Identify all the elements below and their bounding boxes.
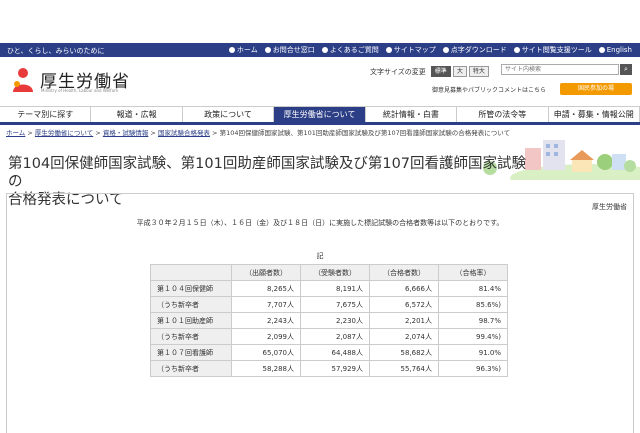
font-size-switcher: 文字サイズの変更 標準 大 特大 (370, 66, 489, 77)
site-search-input[interactable] (501, 64, 619, 75)
cell-pass-rate: 98.7% (438, 312, 508, 329)
cell-examinees: 2,087人 (300, 328, 370, 345)
arrow-icon (598, 47, 605, 53)
breadcrumb-separator: > (212, 129, 218, 137)
arrow-icon (442, 47, 449, 53)
table-row: （うち新卒者 2,099人 2,087人 2,074人 99.4%) (150, 328, 508, 345)
font-size-label: 文字サイズの変更 (370, 67, 426, 76)
table-row: 第１０４回保健師 8,265人 8,191人 6,666人 81.4% (150, 280, 508, 297)
home-icon (228, 47, 235, 53)
nav-policy[interactable]: 政策について (183, 107, 275, 122)
row-label: （うち新卒者 (150, 296, 232, 313)
top-bar: ひと、くらし、みらいのために ホーム お問合せ窓口 よくあるご質問 サイトマップ… (0, 43, 640, 57)
page-title-line1: 第104回保健師国家試験、第101回助産師国家試験及び第107回看護師国家試験の (8, 156, 527, 190)
site-tagline: ひと、くらし、みらいのために (7, 47, 105, 55)
nav-about[interactable]: 厚生労働省について (274, 107, 366, 122)
col-header-applicants: （出願者数） (231, 264, 301, 281)
publisher: 厚生労働省 (592, 203, 627, 211)
nav-theme[interactable]: テーマ別に探す (0, 107, 92, 122)
cell-pass-rate: 81.4% (438, 280, 508, 297)
lead-text: 平成３０年２月１５日（木）、１６日（金）及び１８日（日）に実施した標記試験の合格… (136, 219, 504, 227)
table-row: （うち新卒者 58,288人 57,929人 55,764人 96.3%) (150, 360, 508, 377)
breadcrumb: ホーム > 厚生労働省について > 資格・試験情報 > 国家試験合格発表 > 第… (6, 129, 526, 138)
breadcrumb-separator: > (150, 129, 156, 137)
cell-examinees: 8,191人 (300, 280, 370, 297)
top-link-braille[interactable]: 点字ダウンロード (442, 45, 507, 55)
nav-press[interactable]: 報道・広報 (91, 107, 183, 122)
col-header-examinees: （受験者数） (300, 264, 370, 281)
row-label: 第１０７回看護師 (150, 344, 232, 361)
table-row: 第１０１回助産師 2,243人 2,230人 2,201人 98.7% (150, 312, 508, 329)
font-size-large-button[interactable]: 大 (452, 66, 467, 77)
font-size-standard-button[interactable]: 標準 (430, 66, 451, 77)
cell-passers: 2,074人 (369, 328, 439, 345)
top-link-sitemap[interactable]: サイトマップ (385, 45, 436, 55)
arrow-icon (385, 47, 392, 53)
table-row: 第１０７回看護師 65,070人 64,488人 58,682人 91.0% (150, 344, 508, 361)
cell-pass-rate: 96.3%) (438, 360, 508, 377)
top-link-accessibility[interactable]: サイト閲覧支援ツール (513, 45, 592, 55)
top-links: ホーム お問合せ窓口 よくあるご質問 サイトマップ 点字ダウンロード サイト閲覧… (228, 45, 632, 55)
row-label: 第１０４回保健師 (150, 280, 232, 297)
top-link-english[interactable]: English (598, 45, 632, 55)
arrow-icon (513, 47, 520, 53)
breadcrumb-current: 第104回保健師国家試験、第101回助産師国家試験及び第107回看護師国家試験の… (219, 129, 511, 137)
table-corner (150, 264, 232, 281)
breadcrumb-about[interactable]: 厚生労働省について (35, 129, 93, 137)
cell-applicants: 8,265人 (231, 280, 301, 297)
public-comment-link[interactable]: 御意見募集やパブリックコメントはこちら (432, 85, 546, 94)
arrow-icon (264, 47, 271, 53)
cell-pass-rate: 91.0% (438, 344, 508, 361)
main-content: 厚生労働省 平成３０年２月１５日（木）、１６日（金）及び１８日（日）に実施した標… (6, 193, 634, 433)
search-button[interactable]: ⌕ (620, 64, 632, 75)
ki-marker: 記 (316, 252, 324, 260)
table-row: （うち新卒者 7,707人 7,675人 6,572人 85.6%) (150, 296, 508, 313)
breadcrumb-separator: > (27, 129, 33, 137)
cell-passers: 58,682人 (369, 344, 439, 361)
cell-passers: 6,666人 (369, 280, 439, 297)
top-link-home[interactable]: ホーム (228, 45, 258, 55)
search-icon: ⌕ (624, 65, 628, 73)
font-size-xlarge-button[interactable]: 特大 (468, 66, 489, 77)
cell-examinees: 2,230人 (300, 312, 370, 329)
breadcrumb-home[interactable]: ホーム (6, 129, 25, 137)
cell-passers: 2,201人 (369, 312, 439, 329)
breadcrumb-separator: > (95, 129, 101, 137)
col-header-passers: （合格者数） (369, 264, 439, 281)
breadcrumb-qualifications[interactable]: 資格・試験情報 (103, 129, 149, 137)
cell-pass-rate: 85.6%) (438, 296, 508, 313)
breadcrumb-exam-results[interactable]: 国家試験合格発表 (158, 129, 210, 137)
top-link-faq[interactable]: よくあるご質問 (321, 45, 379, 55)
nav-statistics[interactable]: 統計情報・白書 (366, 107, 458, 122)
row-label: （うち新卒者 (150, 328, 232, 345)
cell-passers: 55,764人 (369, 360, 439, 377)
cell-examinees: 7,675人 (300, 296, 370, 313)
col-header-pass-rate: （合格率） (438, 264, 508, 281)
site-logo[interactable]: 厚生労働省 Ministry of Health, Labour and Wel… (8, 62, 148, 98)
results-table: （出願者数） （受験者数） （合格者数） （合格率） 第１０４回保健師 8,26… (150, 264, 508, 377)
logo-subtitle: Ministry of Health, Labour and Welfare (41, 88, 119, 93)
cell-applicants: 7,707人 (231, 296, 301, 313)
cell-examinees: 57,929人 (300, 360, 370, 377)
nav-applications[interactable]: 申請・募集・情報公開 (549, 107, 640, 122)
table-header-row: （出願者数） （受験者数） （合格者数） （合格率） (150, 264, 508, 281)
cell-passers: 6,572人 (369, 296, 439, 313)
cell-pass-rate: 99.4%) (438, 328, 508, 345)
row-label: （うち新卒者 (150, 360, 232, 377)
global-nav: テーマ別に探す 報道・広報 政策について 厚生労働省について 統計情報・白書 所… (0, 106, 640, 125)
arrow-icon (321, 47, 328, 53)
cell-applicants: 58,288人 (231, 360, 301, 377)
cell-applicants: 2,243人 (231, 312, 301, 329)
row-label: 第１０１回助産師 (150, 312, 232, 329)
cell-examinees: 64,488人 (300, 344, 370, 361)
cell-applicants: 2,099人 (231, 328, 301, 345)
ministry-logo-icon (13, 68, 33, 92)
top-link-contact[interactable]: お問合せ窓口 (264, 45, 315, 55)
nav-laws[interactable]: 所管の法令等 (457, 107, 549, 122)
participation-button[interactable]: 国民参加の場 (560, 83, 632, 95)
cell-applicants: 65,070人 (231, 344, 301, 361)
